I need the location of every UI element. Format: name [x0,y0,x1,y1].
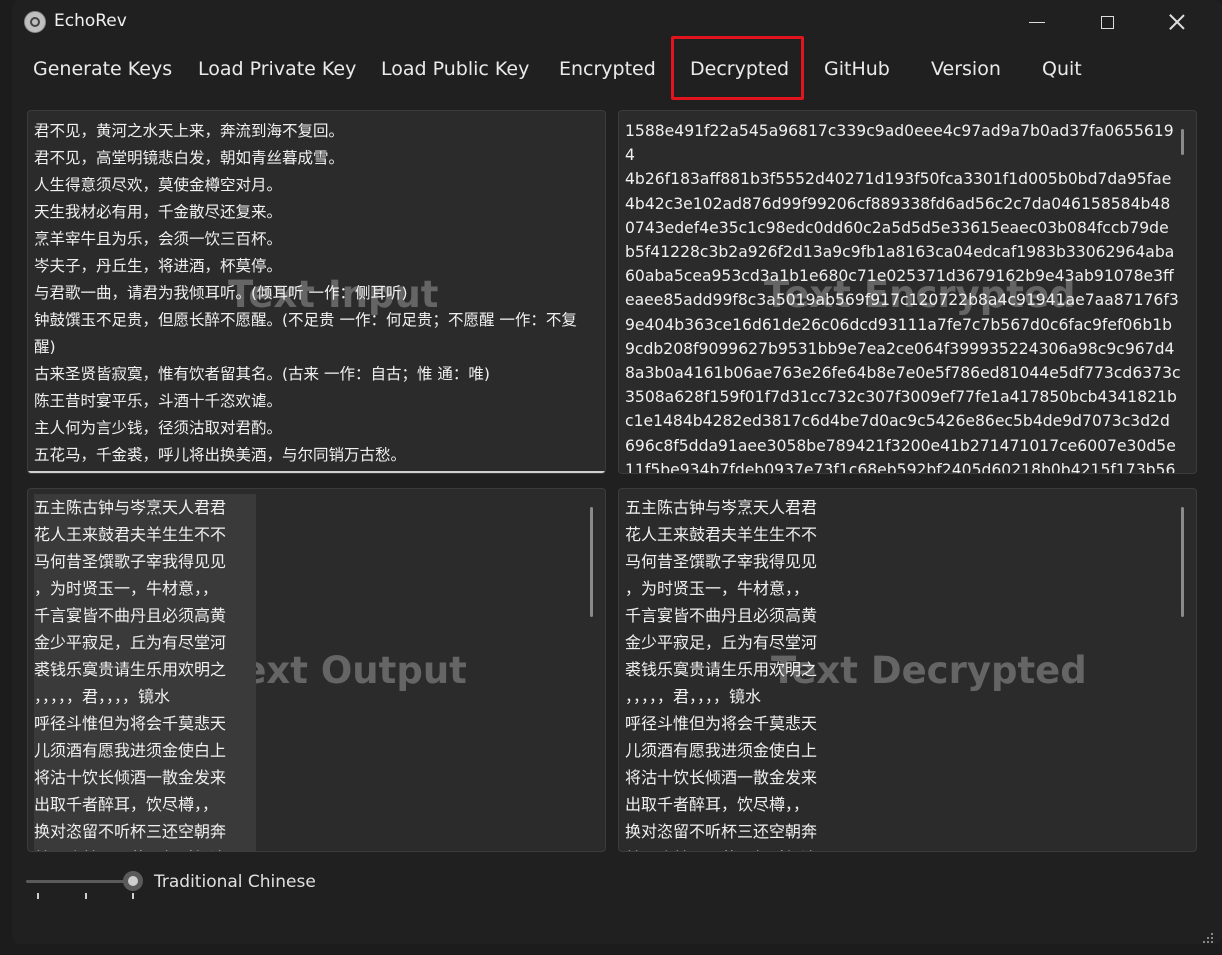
text-encrypted-panel[interactable]: Text Encrypted 1588e491f22a545a96817c339… [618,110,1197,474]
app-logo-icon [24,11,46,33]
text-input-line: 君不见，黄河之水天上来，奔流到海不复回。 [34,122,345,140]
menu-version[interactable]: Version [931,58,1001,80]
text-input-line: 岑夫子，丹丘生，将进酒，杯莫停。 [34,257,283,275]
menu-github[interactable]: GitHub [824,58,890,80]
text-encrypted-line: 9cdb208f9099627b9531bb9e7ea2ce064f399935… [625,339,1175,358]
text-encrypted-content[interactable]: 1588e491f22a545a96817c339c9ad0eee4c97ad9… [625,119,1181,474]
text-encrypted-line: 4b42c3e102ad876d99f99206cf889338fd6ad56c… [625,194,1171,213]
decrypted-highlight-annotation [671,36,804,100]
text-input-line: 主人何为言少钱，径须沽取对君酌。 [34,419,283,437]
text-encrypted-line: 11f5be934b7fdeb0937e73f1c68eb592bf2405d6… [625,460,1176,474]
text-output-line: 将沽十饮长倾酒一散金发来 [34,768,227,787]
text-encrypted-line: 3508a628f159f01f7d31cc732c307f3009ef77fe… [625,388,1177,407]
text-output-line: 儿须酒有愿我进须金使白上 [34,741,227,760]
text-input-line: 与君歌一曲，请君为我倾耳听。(倾耳听 一作：侧耳听) [34,284,408,302]
text-input-line: 天生我材必有用，千金散尽还复来。 [34,203,283,221]
text-decrypted-line: 花人王来鼓君夫羊生生不不 [625,525,818,544]
language-slider-track[interactable] [26,880,132,883]
decrypted-scrollbar[interactable] [1181,507,1184,617]
text-decrypted-line: ，为时贤玉一，牛材意，， [625,579,810,598]
text-output-panel[interactable]: Text Output 五主陈古钟与岑烹天人君君 花人王来鼓君夫羊生生不不 马何昔圣… [27,488,606,852]
text-input-line: 人生得意须尽欢，莫使金樽空对月。 [34,176,283,194]
text-decrypted-line: 将沽十饮长倾酒一散金发来 [625,768,818,787]
text-output-line: 花人王来鼓君夫羊生生不不 [34,525,227,544]
text-encrypted-line: 0743edef4e35c1c98edc0dd60c2a5d5d5e33615e… [625,218,1169,237]
slider-tick [85,893,87,899]
text-encrypted-line: 1588e491f22a545a96817c339c9ad0eee4c97ad9… [625,122,1174,165]
text-encrypted-line: 696c8f5dda91aee3058be789421f3200e41b2714… [625,436,1176,455]
menu-encrypted[interactable]: Encrypted [559,58,656,80]
text-input-line: 五花马，千金裘，呼儿将出换美酒，与尔同销万古愁。 [34,446,407,464]
text-encrypted-line: 60aba5cea953cd3a1b1e680c71e025371d367916… [625,267,1174,286]
minimize-icon [1029,21,1045,23]
slider-tick [37,893,39,899]
app-window: EchoRev Generate Keys Load Private Key L… [12,0,1222,944]
text-decrypted-line: 千言宴皆不曲丹且必须高黄 [625,606,818,625]
text-output-line: 呼径斗惟但为将会千莫悲天 [34,714,227,733]
text-output-line: 千言宴皆不曲丹且必须高黄 [34,606,227,625]
language-slider-label: Traditional Chinese [154,872,316,892]
minimize-button[interactable] [1002,0,1072,44]
text-output-line: ，，，，，君，，，，镜水 [34,687,171,706]
text-input-panel[interactable]: Text Input 君不见，黄河之水天上来，奔流到海不复回。 君不见，高堂明镜悲… [27,110,606,474]
text-encrypted-line: 9e404b363ce16d61de26c06dcd93111a7fe7c7b5… [625,315,1173,334]
text-decrypted-line: 马何昔圣馔歌子宰我得见见 [625,552,818,571]
text-output-line: 换对恣留不听杯三还空朝奔 [34,822,227,841]
text-decrypted-line: ，，，，，君，，，，镜水 [625,687,762,706]
text-decrypted-line: 金少平寂足，丘为有尽堂河 [625,633,818,652]
text-input-line: 烹羊宰牛且为乐，会须一饮三百杯。 [34,230,283,248]
menu-bar: Generate Keys Load Private Key Load Publ… [12,44,1222,96]
text-decrypted-line: 儿须酒有愿我进须金使白上 [625,741,818,760]
menu-quit[interactable]: Quit [1042,58,1082,80]
text-output-line: ，为时贤玉一，牛材意，， [34,579,219,598]
text-input-line: 钟鼓馔玉不足贵，但愿长醉不愿醒。(不足贵 一作：何足贵；不愿醒 一作：不复醒) [34,311,577,356]
text-input-line: 古来圣贤皆寂寞，惟有饮者留其名。(古来 一作：自古；惟 通：唯) [34,365,490,383]
text-input-content[interactable]: 君不见，黄河之水天上来，奔流到海不复回。 君不见，高堂明镜悲白发，朝如青丝暮成雪。… [34,118,595,469]
window-title: EchoRev [54,11,127,31]
text-output-line: 裘钱乐寞贵请生乐用欢明之 [34,660,227,679]
text-decrypted-line: 换对恣留不听杯三还空朝奔 [625,822,818,841]
close-icon [1169,14,1185,30]
panel-focus-line [28,471,605,473]
text-decrypted-line: 出取千者醉耳，饮尽樽，， [625,795,810,814]
text-encrypted-line: eaee85add99f8c3a5019ab569f917c120722b8a4… [625,291,1179,310]
slider-tick [132,893,134,899]
menu-generate-keys[interactable]: Generate Keys [33,58,172,80]
text-encrypted-line: 8a3b0a4161b06ae763e26fe64b8e7e0e5f786ed8… [625,364,1181,383]
text-output-line: 五主陈古钟与岑烹天人君君 [34,498,227,517]
text-input-line: 君不见，高堂明镜悲白发，朝如青丝暮成雪。 [34,149,345,167]
maximize-icon [1100,15,1114,29]
text-decrypted-panel[interactable]: Text Decrypted 五主陈古钟与岑烹天人君君 花人王来鼓君夫羊生生不不马… [618,488,1197,852]
text-output-watermark: Text Output [221,649,467,692]
text-decrypted-line: 呼径斗惟但为将会千莫悲天 [625,714,818,733]
menu-load-public-key[interactable]: Load Public Key [381,58,529,80]
menu-load-private-key[interactable]: Load Private Key [198,58,356,80]
text-decrypted-line: 裘钱乐寞贵请生乐用欢明之 [625,660,818,679]
close-button[interactable] [1142,0,1212,44]
text-decrypted-line: 美君欢其愿。莫百复对如流 [625,845,847,851]
text-encrypted-line: c1e1484b4282ed3817c6d4be7d0ac9c5426e86ec… [625,412,1170,431]
text-output-line: 马何昔圣馔歌子宰我得见见 [34,552,227,571]
text-encrypted-line: 4b26f183aff881b3f5552d40271d193f50fca330… [625,170,1172,189]
maximize-button[interactable] [1072,0,1142,44]
text-output-line: 出取千者醉耳，饮尽樽，， [34,795,219,814]
text-input-line: 陈王昔时宴平乐，斗酒十千恣欢谑。 [34,392,283,410]
text-output-line: 金少平寂足，丘为有尽堂河 [34,633,227,652]
resize-grip-icon[interactable] [1202,933,1214,945]
encrypted-scrollbar[interactable] [1181,129,1184,155]
text-decrypted-content[interactable]: 五主陈古钟与岑烹天人君君 花人王来鼓君夫羊生生不不 马何昔圣馔歌子宰我得见见 ，为时贤… [625,494,847,851]
text-output-content[interactable]: 五主陈古钟与岑烹天人君君 花人王来鼓君夫羊生生不不 马何昔圣馔歌子宰我得见见 ，为时贤… [34,494,256,851]
output-scrollbar[interactable] [590,507,593,617]
language-slider-handle[interactable] [123,871,143,891]
text-encrypted-line: b5f41228c3b2a926f2d13a9c9fb1a8163ca04edc… [625,243,1175,262]
title-bar[interactable]: EchoRev [12,0,1222,44]
text-output-line: 美君欢其愿。莫百复对如流 [34,845,256,851]
text-decrypted-line: 五主陈古钟与岑烹天人君君 [625,498,818,517]
